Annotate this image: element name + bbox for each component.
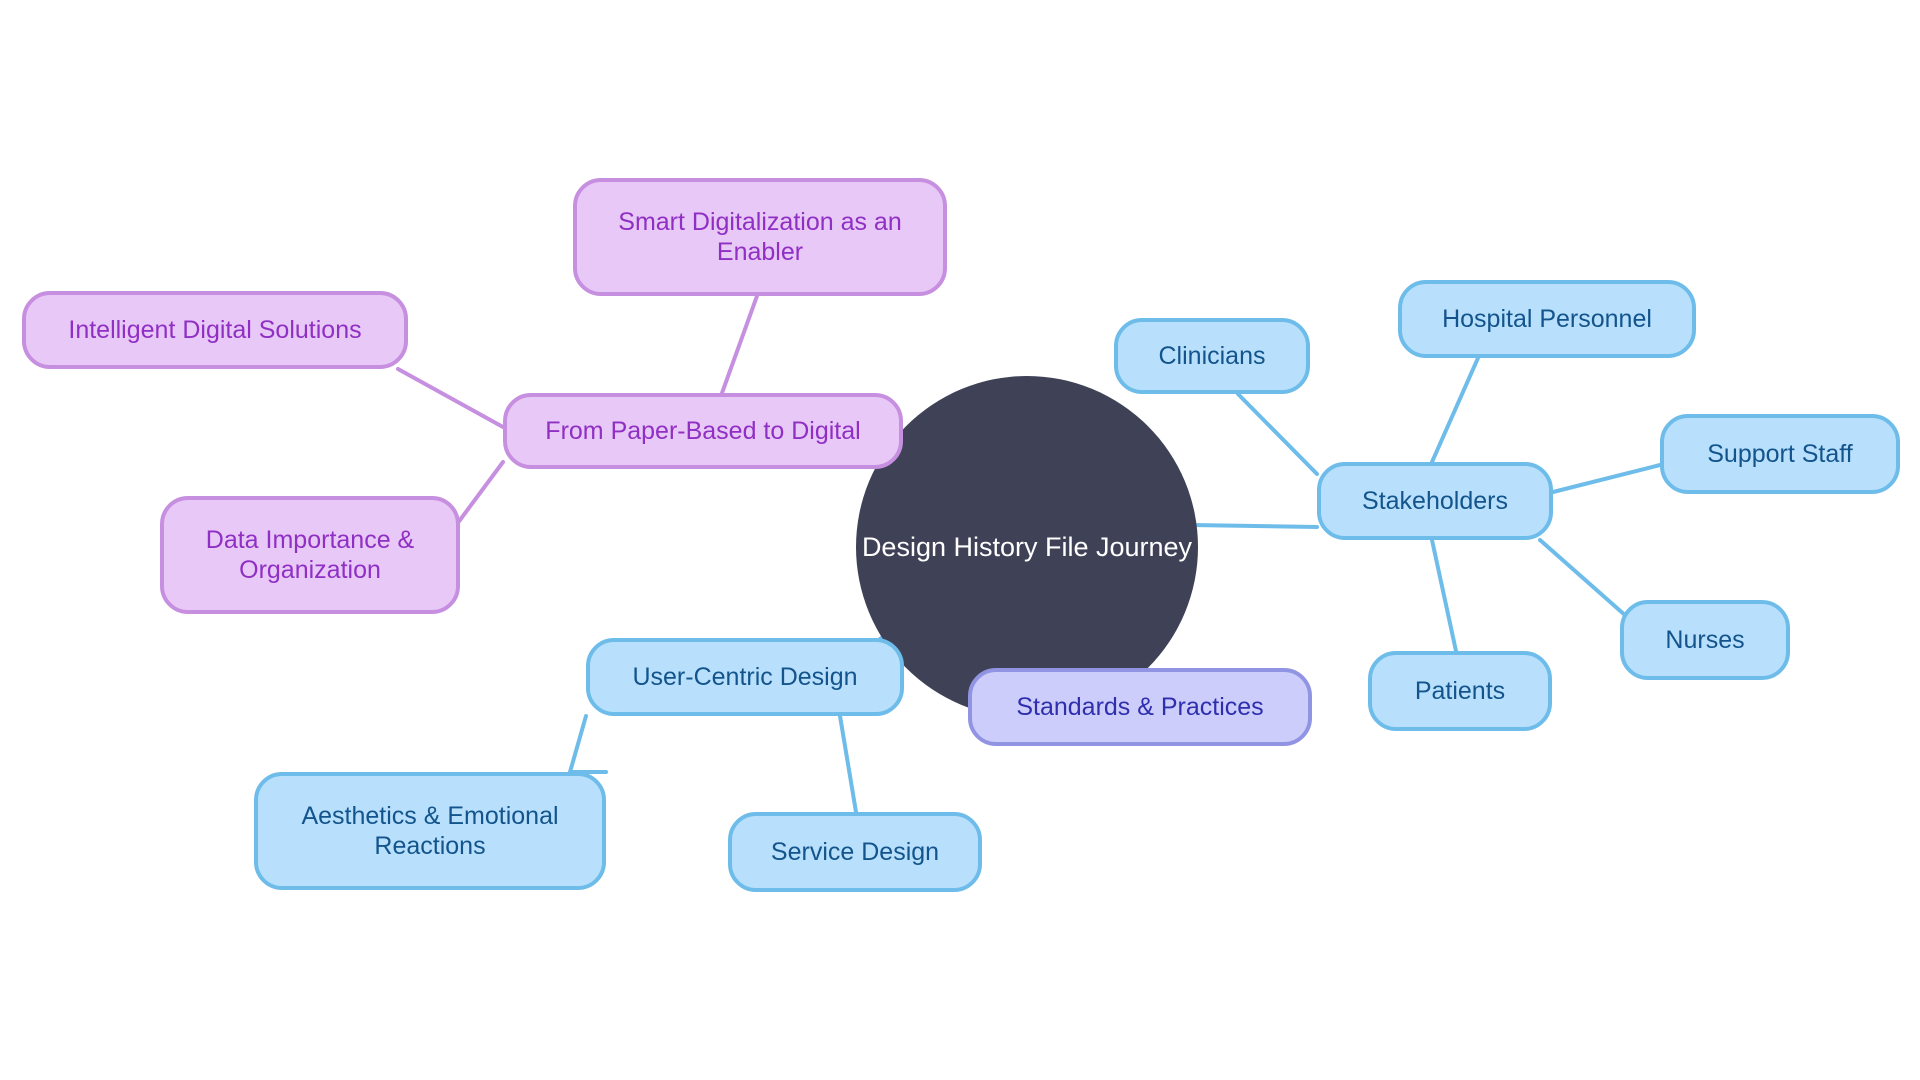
node-standards-practices[interactable]: Standards & Practices: [968, 668, 1312, 746]
node-data-importance-organization[interactable]: Data Importance & Organization: [160, 496, 460, 614]
node-label-nurses: Nurses: [1665, 625, 1745, 654]
edge-from-paper-to-data: [455, 460, 505, 526]
node-label-user-centric-design: User-Centric Design: [632, 662, 858, 691]
node-label-support-staff: Support Staff: [1707, 439, 1853, 468]
edge-stakeholders-to-hospital: [1430, 356, 1480, 464]
node-label-service-design: Service Design: [770, 837, 940, 866]
node-support-staff[interactable]: Support Staff: [1660, 414, 1900, 494]
node-label-clinicians: Clinicians: [1158, 341, 1266, 370]
edge-stakeholders-to-nurses: [1538, 538, 1628, 618]
node-label-stakeholders: Stakeholders: [1362, 486, 1508, 515]
node-label-intelligent-digital-solutions: Intelligent Digital Solutions: [68, 315, 362, 344]
edge-root-to-stakeholders: [1189, 523, 1319, 529]
node-label-aesthetics-emotional-reactions: Aesthetics & Emotional Reactions: [301, 801, 559, 861]
edge-stakeholders-to-support: [1551, 463, 1662, 494]
node-label-patients: Patients: [1414, 676, 1506, 705]
node-label-standards-practices: Standards & Practices: [1016, 692, 1264, 721]
node-intelligent-digital-solutions[interactable]: Intelligent Digital Solutions: [22, 291, 408, 369]
node-label-hospital-personnel: Hospital Personnel: [1442, 304, 1652, 333]
edge-from-paper-to-intelligent: [396, 367, 505, 429]
root-node-design-history-file-journey[interactable]: Design History File Journey: [856, 376, 1198, 718]
node-label-data-importance-organization: Data Importance & Organization: [205, 525, 415, 585]
node-label-from-paper-based-to-digital: From Paper-Based to Digital: [545, 416, 861, 445]
edge-user-centric-to-aesthetics: [567, 714, 608, 774]
node-smart-digitalization-as-an-enabler[interactable]: Smart Digitalization as an Enabler: [573, 178, 947, 296]
node-patients[interactable]: Patients: [1368, 651, 1552, 731]
node-clinicians[interactable]: Clinicians: [1114, 318, 1310, 394]
node-from-paper-based-to-digital[interactable]: From Paper-Based to Digital: [503, 393, 903, 469]
node-nurses[interactable]: Nurses: [1620, 600, 1790, 680]
mindmap-canvas: From Paper-Based to Digital Smart Digital…: [0, 0, 1920, 1080]
root-node-label: Design History File Journey: [861, 531, 1193, 562]
edge-stakeholders-to-patients: [1430, 538, 1458, 653]
edge-stakeholders-to-clinicians: [1236, 392, 1319, 476]
node-service-design[interactable]: Service Design: [728, 812, 982, 892]
node-stakeholders[interactable]: Stakeholders: [1317, 462, 1553, 540]
node-label-smart-digitalization-as-an-enabler: Smart Digitalization as an Enabler: [618, 207, 902, 267]
node-aesthetics-emotional-reactions[interactable]: Aesthetics & Emotional Reactions: [254, 772, 606, 890]
edge-from-paper-to-smart: [720, 294, 759, 395]
node-hospital-personnel[interactable]: Hospital Personnel: [1398, 280, 1696, 358]
node-user-centric-design[interactable]: User-Centric Design: [586, 638, 904, 716]
edge-user-centric-to-service: [838, 714, 858, 814]
